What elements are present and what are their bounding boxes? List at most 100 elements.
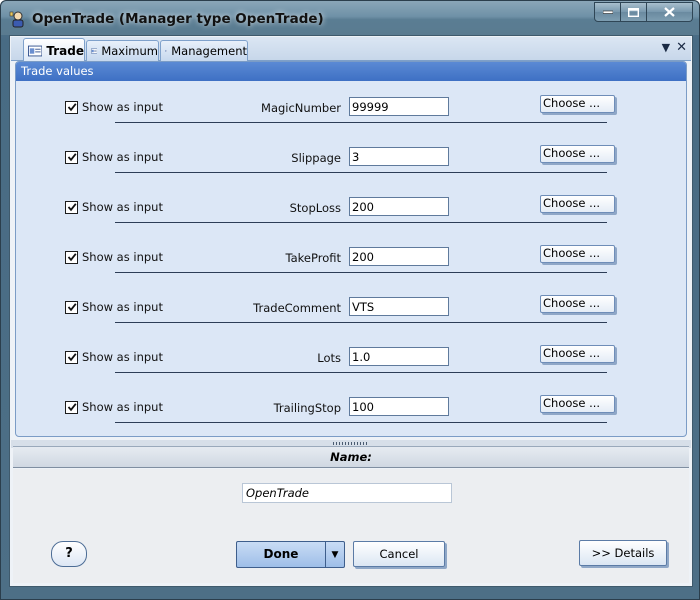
choose-button[interactable]: Choose ... — [540, 245, 615, 263]
show-as-input-checkbox[interactable] — [65, 350, 78, 364]
show-as-input-checkbox[interactable] — [65, 400, 78, 414]
parameter-row: Show as input MagicNumber Choose ... — [16, 90, 686, 140]
show-as-input-label[interactable]: Show as input — [82, 100, 163, 114]
tab-management[interactable]: Management — [160, 40, 248, 61]
tab-label: Maximum — [101, 44, 158, 58]
show-as-input-checkbox[interactable] — [65, 300, 78, 314]
parameter-value-input[interactable] — [349, 247, 449, 266]
show-as-input-checkbox-wrapper[interactable]: Show as input — [65, 250, 163, 264]
tab-form-icon — [28, 45, 43, 56]
show-as-input-checkbox-wrapper[interactable]: Show as input — [65, 200, 163, 214]
row-divider — [115, 422, 607, 423]
chevron-down-icon[interactable]: ▼ — [662, 42, 670, 54]
minimize-button[interactable] — [594, 2, 621, 22]
row-divider — [115, 272, 607, 273]
checkmark-icon — [67, 103, 77, 112]
choose-button[interactable]: Choose ... — [540, 95, 615, 113]
maximize-icon — [628, 7, 639, 17]
parameter-label: MagicNumber — [261, 101, 341, 115]
tab-form-icon — [91, 48, 98, 54]
show-as-input-label[interactable]: Show as input — [82, 250, 163, 264]
close-icon[interactable]: ✕ — [676, 41, 687, 54]
tab-label: Management — [171, 44, 247, 58]
parameter-label: TakeProfit — [285, 251, 342, 265]
cancel-button[interactable]: Cancel — [353, 541, 445, 567]
caption-buttons — [594, 2, 693, 22]
checkmark-icon — [67, 153, 77, 162]
show-as-input-checkbox-wrapper[interactable]: Show as input — [65, 100, 163, 114]
show-as-input-label[interactable]: Show as input — [82, 300, 163, 314]
name-panel: ? Done ▼ Cancel >> Details — [13, 469, 689, 583]
close-button[interactable] — [647, 2, 693, 22]
group-title: Trade values — [16, 62, 686, 81]
tab-maximum[interactable]: Maximum — [86, 40, 159, 61]
show-as-input-label[interactable]: Show as input — [82, 200, 163, 214]
row-divider — [115, 322, 607, 323]
minimize-icon — [602, 10, 613, 14]
parameter-label: Lots — [317, 351, 341, 365]
parameter-value-input[interactable] — [349, 397, 449, 416]
parameter-value-input[interactable] — [349, 197, 449, 216]
row-divider — [115, 372, 607, 373]
tab-trade[interactable]: Trade — [23, 38, 85, 62]
show-as-input-checkbox[interactable] — [65, 250, 78, 264]
row-divider — [115, 122, 607, 123]
row-divider — [115, 222, 607, 223]
parameter-value-input[interactable] — [349, 97, 449, 116]
trader-icon — [9, 11, 24, 28]
show-as-input-checkbox-wrapper[interactable]: Show as input — [65, 400, 163, 414]
parameter-row: Show as input Slippage Choose ... — [16, 140, 686, 190]
parameter-label: Slippage — [291, 151, 341, 165]
parameter-label: TrailingStop — [273, 401, 341, 415]
show-as-input-checkbox-wrapper[interactable]: Show as input — [65, 350, 163, 364]
details-button[interactable]: >> Details — [579, 540, 667, 566]
show-as-input-label[interactable]: Show as input — [82, 400, 163, 414]
tab-strip: Trade Maximum Management ▼ ✕ — [11, 37, 691, 62]
dialog-window: OpenTrade (Manager type OpenTrade) Trade… — [0, 0, 700, 600]
tab-form-icon — [165, 50, 168, 52]
choose-button[interactable]: Choose ... — [540, 145, 615, 163]
parameter-row: Show as input TradeComment Choose ... — [16, 290, 686, 340]
close-icon — [664, 7, 675, 17]
dropdown-arrow-icon[interactable]: ▼ — [326, 542, 344, 567]
parameter-row: Show as input TakeProfit Choose ... — [16, 240, 686, 290]
dialog-client-area: Trade Maximum Management ▼ ✕ Trade value… — [9, 35, 693, 587]
show-as-input-label[interactable]: Show as input — [82, 350, 163, 364]
parameter-row: Show as input StopLoss Choose ... — [16, 190, 686, 240]
show-as-input-checkbox[interactable] — [65, 100, 78, 114]
parameter-label: TradeComment — [253, 301, 341, 315]
parameter-value-input[interactable] — [349, 297, 449, 316]
parameter-row: Show as input TrailingStop Choose ... — [16, 390, 686, 436]
choose-button[interactable]: Choose ... — [540, 195, 615, 213]
checkmark-icon — [67, 253, 77, 262]
checkmark-icon — [67, 353, 77, 362]
choose-button[interactable]: Choose ... — [540, 345, 615, 363]
maximize-button[interactable] — [621, 2, 647, 22]
tab-strip-controls: ▼ ✕ — [662, 41, 687, 54]
parameter-value-input[interactable] — [349, 347, 449, 366]
checkmark-icon — [67, 403, 77, 412]
show-as-input-checkbox-wrapper[interactable]: Show as input — [65, 150, 163, 164]
show-as-input-label[interactable]: Show as input — [82, 150, 163, 164]
name-input[interactable] — [242, 483, 452, 503]
checkmark-icon — [67, 203, 77, 212]
window-title: OpenTrade (Manager type OpenTrade) — [32, 11, 324, 27]
show-as-input-checkbox-wrapper[interactable]: Show as input — [65, 300, 163, 314]
title-bar[interactable]: OpenTrade (Manager type OpenTrade) — [1, 1, 699, 35]
parameter-row: Show as input Lots Choose ... — [16, 340, 686, 390]
help-button[interactable]: ? — [51, 541, 87, 567]
checkmark-icon — [67, 303, 77, 312]
parameter-label: StopLoss — [289, 201, 341, 215]
splitter-grip-icon[interactable] — [333, 442, 369, 445]
trade-values-group: Trade values Show as input MagicNumber Cho… — [15, 61, 687, 437]
tab-label: Trade — [46, 43, 84, 58]
done-split-button[interactable]: Done ▼ — [236, 541, 345, 568]
choose-button[interactable]: Choose ... — [540, 395, 615, 413]
row-divider — [115, 172, 607, 173]
parameter-value-input[interactable] — [349, 147, 449, 166]
name-header: Name: — [13, 446, 689, 468]
choose-button[interactable]: Choose ... — [540, 295, 615, 313]
show-as-input-checkbox[interactable] — [65, 200, 78, 214]
done-button[interactable]: Done — [237, 542, 325, 567]
show-as-input-checkbox[interactable] — [65, 150, 78, 164]
